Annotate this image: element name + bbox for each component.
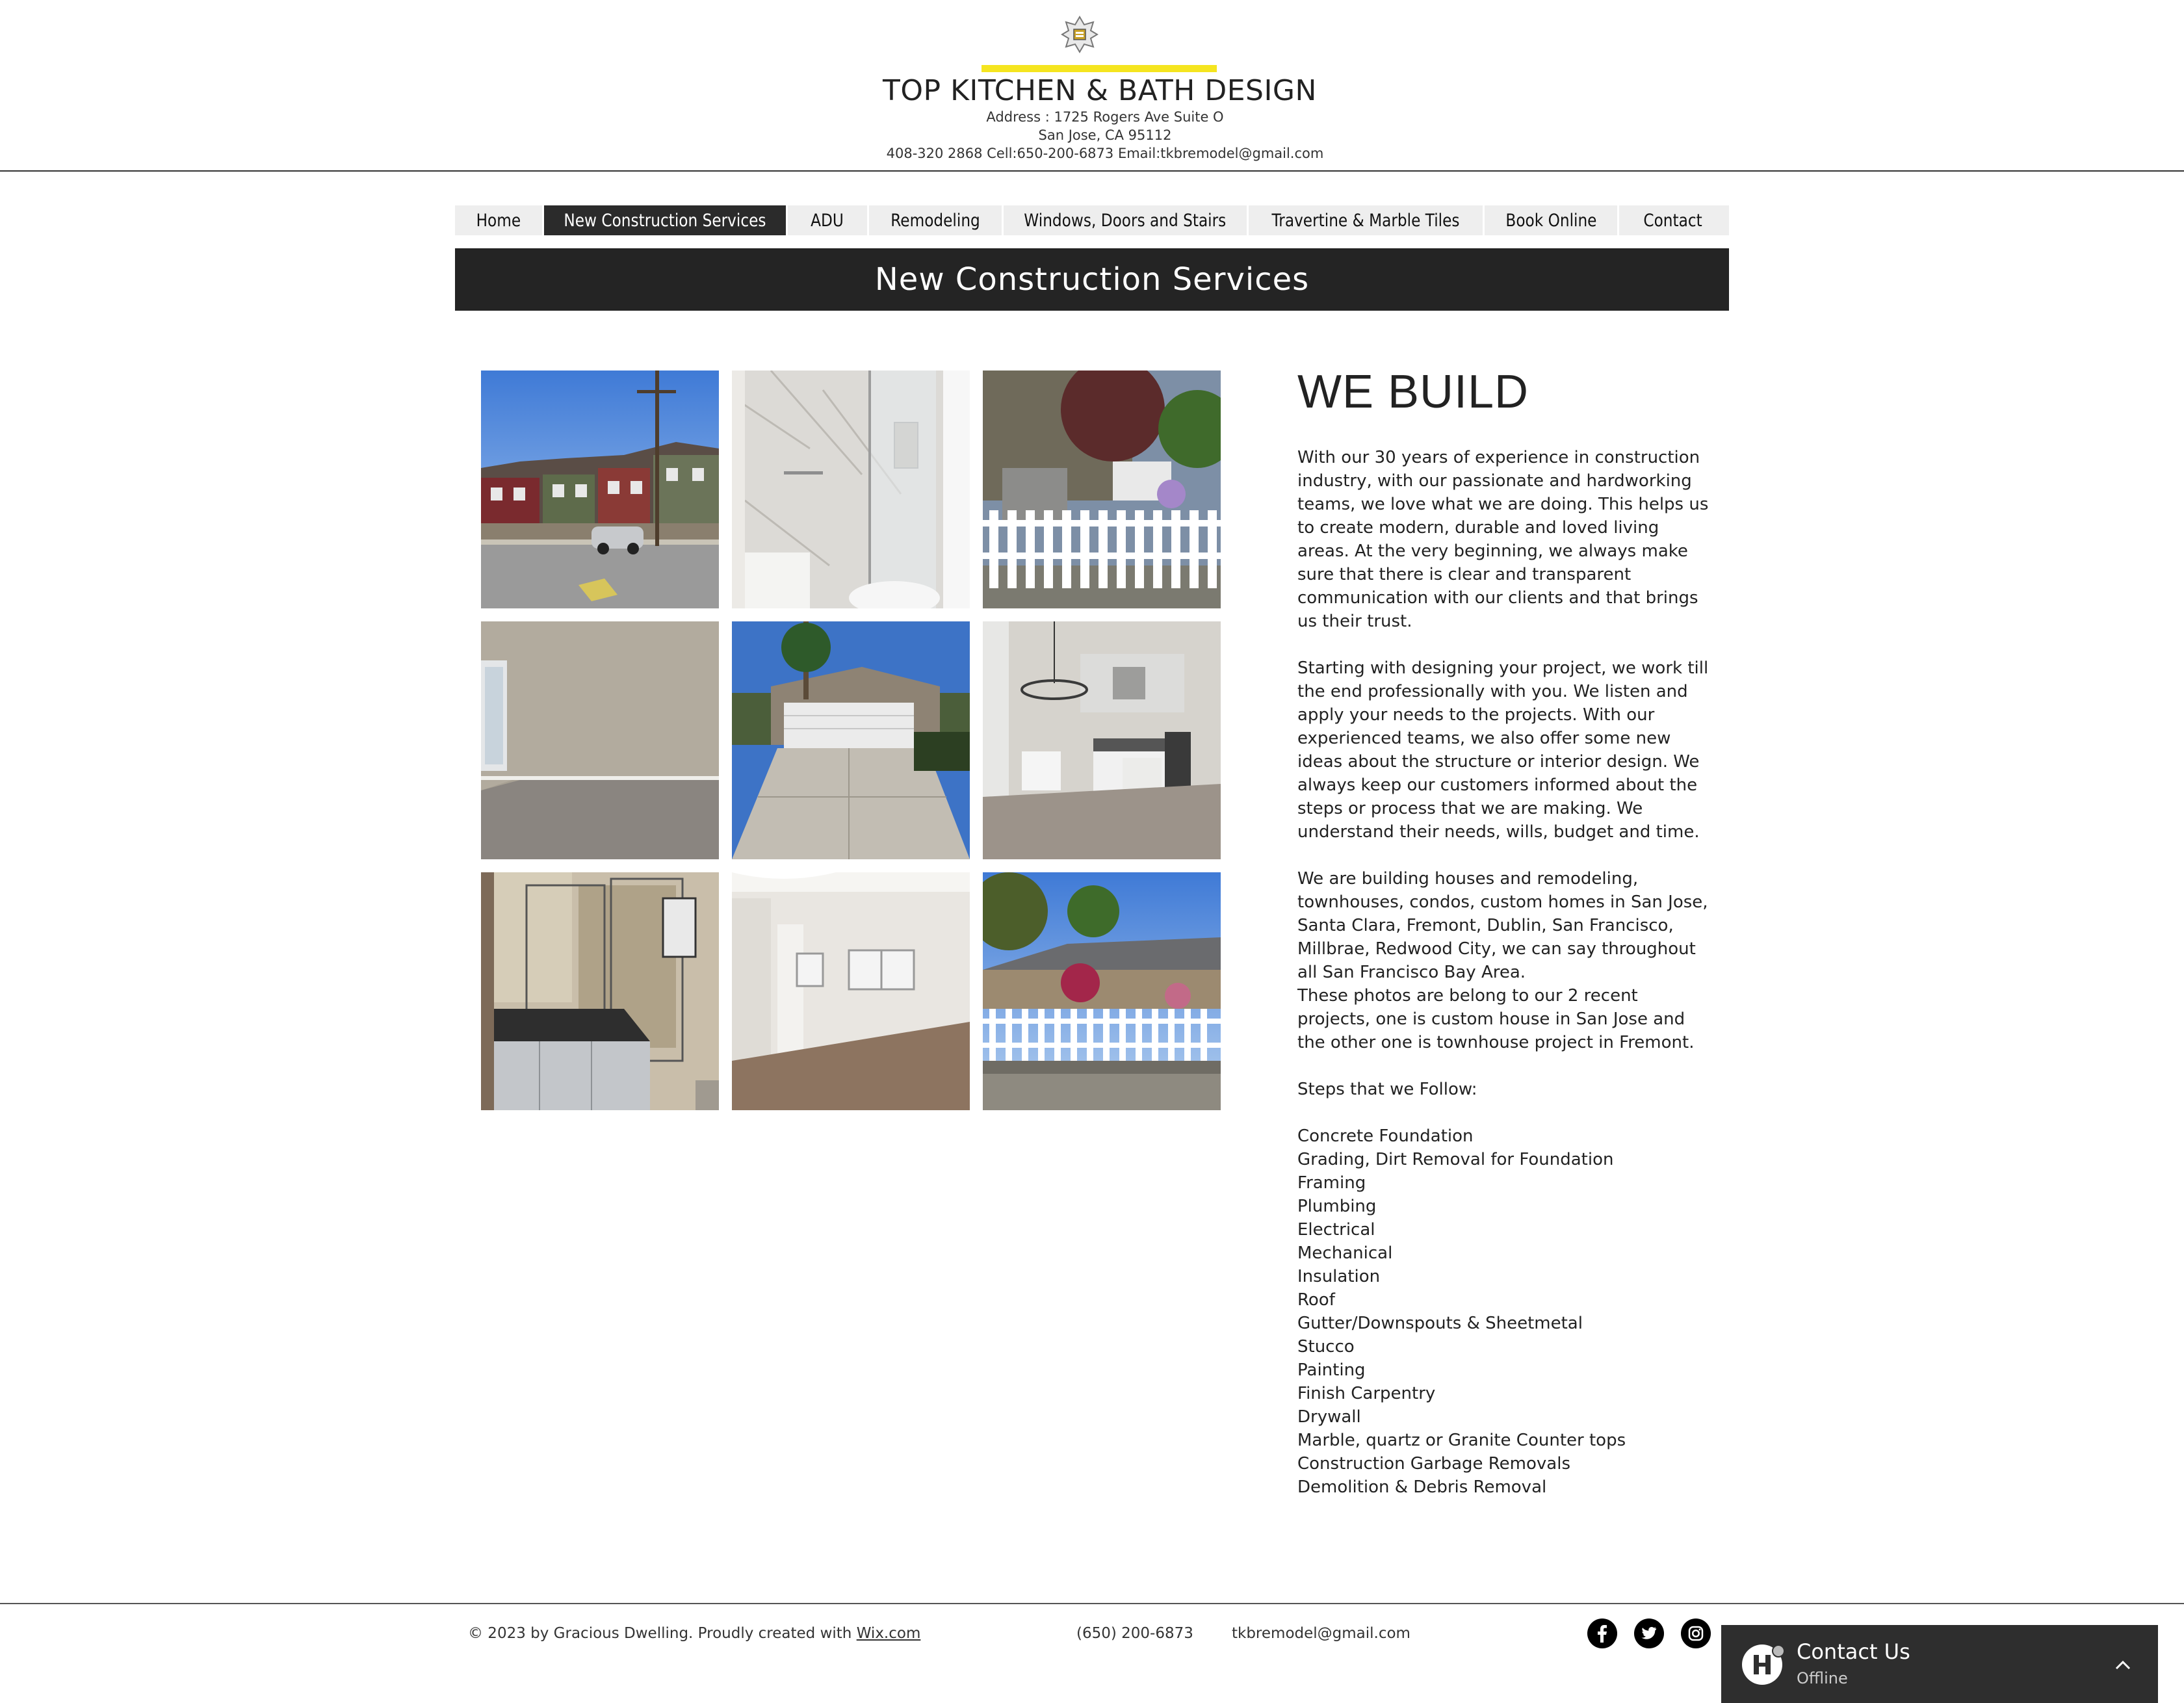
city-line: San Jose, CA 95112 <box>1038 127 1172 143</box>
chat-status: Offline <box>1797 1669 1848 1687</box>
nav-item-windows-doors-stairs[interactable]: Windows, Doors and Stairs <box>1004 205 1247 235</box>
nav-label: Travertine & Marble Tiles <box>1271 210 1460 231</box>
nav-item-adu[interactable]: ADU <box>788 205 867 235</box>
process-paragraph: Starting with designing your project, we… <box>1297 658 1709 842</box>
nav-item-home[interactable]: Home <box>455 205 542 235</box>
townhouses-photo[interactable] <box>481 370 719 608</box>
list-item: Roof <box>1297 1290 1335 1310</box>
nav-item-travertine-marble[interactable]: Travertine & Marble Tiles <box>1249 205 1483 235</box>
header-divider <box>0 170 2184 172</box>
nav-label: New Construction Services <box>564 210 766 231</box>
company-logo <box>1061 16 1098 53</box>
copyright-text: © 2023 by Gracious Dwelling. Proudly cre… <box>468 1625 920 1642</box>
empty-room-photo[interactable] <box>481 621 719 859</box>
site-title: TOP KITCHEN & BATH DESIGN <box>883 74 1317 107</box>
wix-link[interactable]: Wix.com <box>857 1625 921 1642</box>
list-item: Painting <box>1297 1360 1366 1380</box>
steps-heading: Steps that we Follow: <box>1297 1080 1477 1099</box>
address-line: Address : 1725 Rogers Ave Suite O <box>986 109 1224 125</box>
garage-driveway-photo[interactable] <box>732 621 970 859</box>
nav-label: Remodeling <box>890 210 980 231</box>
list-item: Mechanical <box>1297 1243 1393 1263</box>
copyright-prefix: © 2023 by Gracious Dwelling. Proudly cre… <box>468 1625 857 1642</box>
instagram-icon[interactable] <box>1681 1618 1711 1648</box>
list-item: Plumbing <box>1297 1197 1377 1216</box>
footer-phone[interactable]: (650) 200-6873 <box>1076 1625 1193 1642</box>
facebook-icon[interactable] <box>1587 1618 1617 1648</box>
nav-item-contact[interactable]: Contact <box>1619 205 1727 235</box>
house-fence-photo[interactable] <box>983 872 1221 1110</box>
service-area-paragraph: We are building houses and remodeling, t… <box>1297 869 1708 982</box>
offline-status-dot <box>1772 1644 1785 1658</box>
list-item: Insulation <box>1297 1267 1381 1286</box>
nav-label: ADU <box>811 210 844 231</box>
nav-label: Home <box>476 210 521 231</box>
page-title: New Construction Services <box>874 261 1310 298</box>
list-item: Concrete Foundation <box>1297 1126 1474 1146</box>
bathroom-vanity-photo[interactable] <box>481 872 719 1110</box>
section-body: With our 30 years of experience in const… <box>1297 446 1713 1499</box>
header-accent-bar <box>982 65 1217 72</box>
nav-label: Book Online <box>1505 210 1597 231</box>
marble-shower-photo[interactable] <box>732 370 970 608</box>
footer-email[interactable]: tkbremodel@gmail.com <box>1232 1625 1410 1642</box>
nav-item-book-online[interactable]: Book Online <box>1485 205 1617 235</box>
photos-note-paragraph: These photos are belong to our 2 recent … <box>1297 986 1695 1052</box>
chevron-up-icon[interactable] <box>2110 1652 2136 1678</box>
section-heading: WE BUILD <box>1297 366 1529 418</box>
list-item: Drywall <box>1297 1407 1361 1427</box>
main-navigation: Home New Construction Services ADU Remod… <box>455 205 1729 235</box>
nav-label: Contact <box>1643 210 1703 231</box>
list-item: Electrical <box>1297 1220 1375 1240</box>
contact-chat-widget[interactable]: Contact Us Offline <box>1721 1625 2158 1703</box>
twitter-icon[interactable] <box>1634 1618 1664 1648</box>
list-item: Marble, quartz or Granite Counter tops <box>1297 1431 1626 1450</box>
list-item: Grading, Dirt Removal for Foundation <box>1297 1150 1614 1169</box>
list-item: Finish Carpentry <box>1297 1384 1436 1403</box>
list-item: Demolition & Debris Removal <box>1297 1477 1547 1497</box>
nav-item-new-construction[interactable]: New Construction Services <box>544 205 786 235</box>
footer-divider <box>0 1603 2184 1604</box>
list-item: Construction Garbage Removals <box>1297 1454 1570 1474</box>
page-banner: New Construction Services <box>455 248 1729 311</box>
steps-list: Concrete Foundation Grading, Dirt Remova… <box>1297 1124 1713 1499</box>
kitchen-photo[interactable] <box>983 621 1221 859</box>
chat-title: Contact Us <box>1797 1639 1910 1664</box>
list-item: Framing <box>1297 1173 1366 1193</box>
nav-item-remodeling[interactable]: Remodeling <box>869 205 1002 235</box>
porch-fence-photo[interactable] <box>983 370 1221 608</box>
nav-label: Windows, Doors and Stairs <box>1024 210 1227 231</box>
living-room-photo[interactable] <box>732 872 970 1110</box>
list-item: Stucco <box>1297 1337 1355 1357</box>
intro-paragraph: With our 30 years of experience in const… <box>1297 448 1709 631</box>
list-item: Gutter/Downspouts & Sheetmetal <box>1297 1314 1583 1333</box>
contact-line: 408-320 2868 Cell:650-200-6873 Email:tkb… <box>886 146 1324 161</box>
